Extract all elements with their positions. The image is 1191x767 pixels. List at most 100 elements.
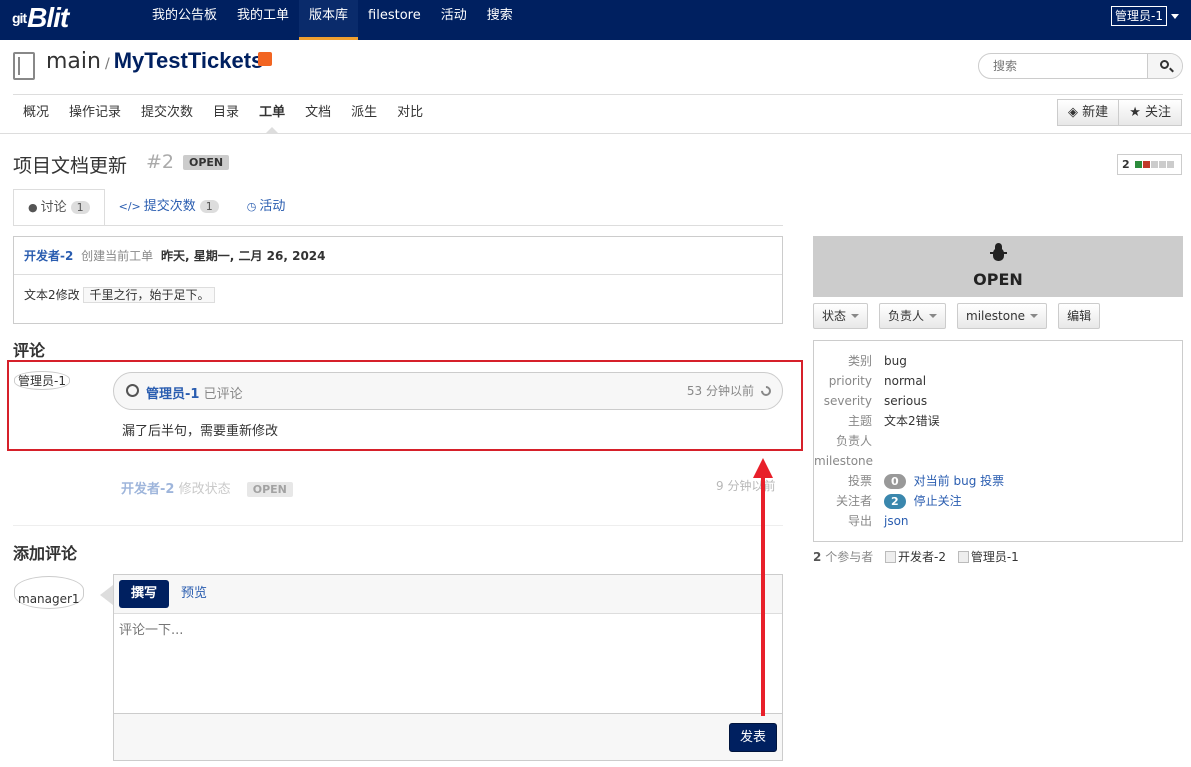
priority-bar (1166, 161, 1174, 168)
priority-bar (1158, 161, 1166, 168)
subnav-tickets[interactable]: 工单 (249, 96, 295, 134)
nav-my-dashboard[interactable]: 我的公告板 (142, 0, 227, 40)
tab-activity[interactable]: ◷ 活动 (233, 189, 300, 226)
subnav-docs[interactable]: 文档 (295, 96, 341, 132)
image-icon (957, 551, 969, 563)
tab-write[interactable]: 撰写 (119, 580, 170, 608)
status-badge: OPEN (246, 482, 293, 497)
votes-count-badge: 0 (884, 474, 906, 489)
repo-actions: ◈ 新建 ★ 关注 (1057, 99, 1182, 126)
comment-author-link[interactable]: 管理员-1 (146, 387, 199, 402)
repo-title: main / MyTestTickets (46, 48, 263, 74)
prop-topic: 主题 文本2错误 (847, 414, 940, 428)
nav-repositories[interactable]: 版本库 (299, 0, 359, 40)
bug-icon (990, 242, 1007, 262)
comments-heading: 评论 (13, 341, 46, 360)
comment-meta: 管理员-1 已评论 (146, 387, 243, 402)
ticket-title: 项目文档更新 (13, 155, 128, 177)
unwatch-link[interactable]: 停止关注 (914, 494, 962, 508)
edit-button[interactable]: 编辑 (1058, 303, 1101, 329)
repo-name-link[interactable]: MyTestTickets (114, 48, 264, 73)
user-avatar[interactable]: 管理员-1 (1111, 6, 1167, 26)
status-badge: OPEN (183, 155, 230, 170)
subnav-tree[interactable]: 目录 (203, 96, 249, 132)
comment-textarea[interactable] (114, 614, 782, 714)
repository-icon (13, 52, 35, 80)
nav-search[interactable]: 搜索 (477, 0, 523, 40)
new-ticket-button[interactable]: ◈ 新建 (1057, 99, 1120, 126)
post-comment-button[interactable]: 发表 (728, 723, 777, 752)
search-box (978, 53, 1183, 79)
tab-discussion[interactable]: ● 讨论 1 (13, 189, 105, 226)
description-date: 昨天, 星期一, 二月 26, 2024 (161, 249, 326, 263)
subnav-forks[interactable]: 派生 (341, 96, 387, 132)
participant-avatar[interactable]: 管理员-1 (957, 550, 1019, 564)
nav-my-tickets[interactable]: 我的工单 (227, 0, 299, 40)
description-header: 开发者-2 创建当前工单 昨天, 星期一, 二月 26, 2024 (14, 237, 782, 275)
avatar: manager1 (14, 576, 84, 609)
export-json-link[interactable]: json (884, 514, 909, 528)
participant-avatar[interactable]: 开发者-2 (885, 550, 946, 564)
clock-icon: ◷ (246, 200, 257, 213)
search-input[interactable] (979, 54, 1149, 78)
tab-preview[interactable]: 预览 (169, 580, 219, 608)
main-nav: 我的公告板 我的工单 版本库 filestore 活动 搜索 (142, 0, 523, 40)
tab-commits[interactable]: </> 提交次数 1 (105, 189, 233, 226)
editor-tabs: 撰写 预览 (114, 575, 782, 614)
star-icon: ★ (1129, 105, 1145, 120)
chevron-down-icon (851, 314, 860, 318)
watchers-count-badge: 2 (884, 494, 906, 509)
search-button[interactable] (1147, 54, 1182, 78)
ticket-tabs: ● 讨论 1 </> 提交次数 1 ◷ 活动 (13, 189, 299, 226)
editor-pointer (100, 585, 113, 605)
participant-label: 个参与者 (825, 550, 874, 564)
subnav-commits[interactable]: 提交次数 (131, 96, 203, 132)
comment-icon (126, 384, 139, 397)
author-link[interactable]: 开发者-2 (24, 249, 73, 263)
prop-export: 导出 json (847, 514, 909, 528)
ticket-number: #2 (146, 151, 175, 173)
vote-link[interactable]: 对当前 bug 投票 (914, 474, 1004, 488)
priority-bar (1150, 161, 1158, 168)
rss-icon[interactable] (258, 52, 272, 66)
prop-watchers: 关注者 2 停止关注 (835, 494, 962, 509)
description-code: 千里之行，始于足下。 (83, 287, 216, 303)
comments-icon: ● (28, 201, 38, 214)
status-dropdown[interactable]: 状态 (813, 303, 869, 329)
chevron-down-icon[interactable] (1171, 13, 1179, 19)
gitblit-logo[interactable]: gitBlit (12, 2, 69, 34)
prop-responsible: 负责人 (835, 434, 872, 448)
repo-group-link[interactable]: main (46, 49, 101, 74)
status-change-author[interactable]: 开发者-2 (121, 482, 174, 497)
add-comment-heading: 添加评论 (13, 544, 78, 563)
prop-milestone: milestone (814, 454, 874, 468)
comment-header: 管理员-1 已评论 53 分钟以前 (113, 372, 783, 410)
divider (13, 225, 783, 226)
divider (0, 133, 1191, 134)
ticket-type-card: OPEN (813, 236, 1183, 297)
tab-badge: 1 (70, 201, 90, 214)
ticket-controls: 状态 负责人 milestone 编辑 (813, 303, 1111, 329)
milestone-dropdown[interactable]: milestone (957, 303, 1048, 329)
watch-button[interactable]: ★ 关注 (1119, 99, 1182, 126)
link-icon[interactable] (758, 383, 774, 399)
responsible-dropdown[interactable]: 负责人 (879, 303, 947, 329)
description-text: 文本2修改 (24, 288, 80, 302)
code-icon: </> (118, 200, 141, 213)
prop-severity: severity serious (823, 394, 928, 408)
priority-bar (1134, 161, 1142, 168)
subnav-compare[interactable]: 对比 (387, 96, 433, 132)
prop-priority: priority normal (828, 374, 927, 388)
subnav-reflog[interactable]: 操作记录 (59, 96, 131, 132)
image-icon (885, 551, 897, 563)
nav-activity[interactable]: 活动 (431, 0, 477, 40)
nav-filestore[interactable]: filestore (358, 0, 431, 40)
comment-editor: 撰写 预览 发表 (113, 574, 783, 761)
divider (13, 525, 783, 526)
subnav-summary[interactable]: 概况 (13, 96, 59, 132)
arrow-annotation (761, 472, 765, 716)
repo-separator: / (104, 56, 110, 72)
prop-type: 类别 bug (847, 354, 907, 368)
user-menu[interactable]: 管理员-1 (1111, 6, 1179, 26)
tag-icon: ◈ (1068, 105, 1083, 120)
